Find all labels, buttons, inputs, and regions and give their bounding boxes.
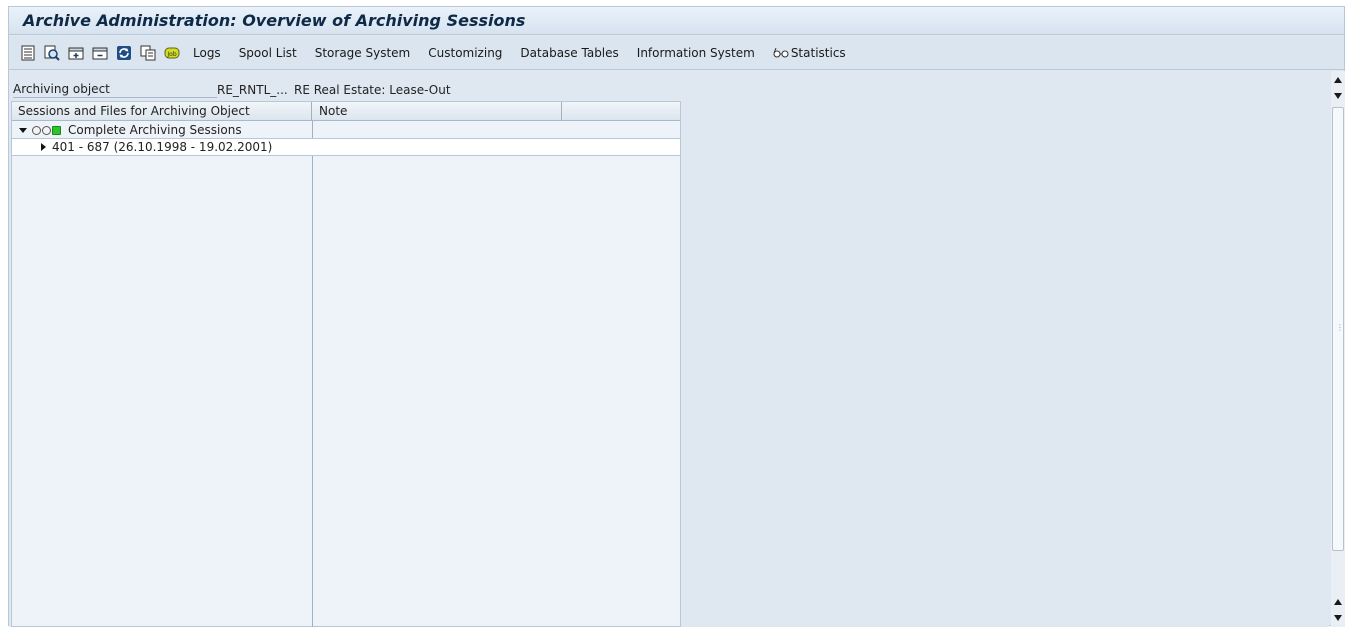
sap-window: Archive Administration: Overview of Arch…	[8, 6, 1345, 628]
tree-node-label[interactable]: 401 - 687 (26.10.1998 - 19.02.2001)	[52, 140, 272, 154]
statistics-button[interactable]: Statistics	[773, 46, 846, 60]
database-tables-button[interactable]: Database Tables	[520, 46, 618, 60]
column-header-note[interactable]: Note	[313, 102, 562, 121]
status-bar	[0, 627, 1359, 638]
storage-system-button[interactable]: Storage System	[315, 46, 411, 60]
svg-text:Job: Job	[166, 51, 176, 58]
archiving-object-value[interactable]: RE_RNTL_...	[217, 83, 294, 97]
caret-right-icon[interactable]	[38, 142, 48, 152]
expand-icon[interactable]	[67, 44, 85, 62]
archiving-object-description: RE Real Estate: Lease-Out	[294, 83, 451, 97]
status-light-green	[52, 125, 61, 135]
archiving-object-header: Archiving object RE_RNTL_... RE Real Est…	[13, 81, 451, 99]
application-toolbar: Job Logs Spool List Storage System Custo…	[9, 36, 1344, 70]
scrollbar-thumb[interactable]: ⋮	[1332, 107, 1344, 551]
refresh-icon[interactable]	[115, 44, 133, 62]
vertical-scrollbar[interactable]: ⋮	[1331, 71, 1345, 627]
statistics-label: Statistics	[790, 45, 846, 60]
spool-list-button[interactable]: Spool List	[239, 46, 297, 60]
job-icon[interactable]: Job	[163, 44, 181, 62]
scroll-bottom-icon[interactable]	[1333, 613, 1343, 623]
tree-node-complete-sessions[interactable]: Complete Archiving Sessions	[12, 122, 680, 139]
tree-node-session-range[interactable]: 401 - 687 (26.10.1998 - 19.02.2001)	[12, 139, 680, 156]
copy-icon[interactable]	[139, 44, 157, 62]
title-bar: Archive Administration: Overview of Arch…	[9, 7, 1344, 35]
status-lights-icon	[32, 125, 62, 135]
scroll-up-icon[interactable]	[1333, 91, 1343, 101]
tree-header: Sessions and Files for Archiving Object …	[12, 102, 680, 121]
archiving-object-label: Archiving object	[13, 82, 217, 98]
scroll-down-icon[interactable]	[1333, 597, 1343, 607]
scroll-top-icon[interactable]	[1333, 75, 1343, 85]
find-icon[interactable]	[43, 44, 61, 62]
column-divider[interactable]	[312, 121, 313, 628]
customizing-button[interactable]: Customizing	[428, 46, 502, 60]
information-system-button[interactable]: Information System	[637, 46, 755, 60]
sessions-tree: Sessions and Files for Archiving Object …	[11, 101, 681, 628]
column-header-sessions[interactable]: Sessions and Files for Archiving Object	[12, 102, 312, 121]
tree-node-label[interactable]: Complete Archiving Sessions	[68, 123, 242, 137]
main-content: Archiving object RE_RNTL_... RE Real Est…	[9, 71, 1329, 628]
logs-button[interactable]: Logs	[193, 46, 221, 60]
detail-list-icon[interactable]	[19, 44, 37, 62]
status-light-off	[42, 125, 51, 135]
caret-down-icon[interactable]	[18, 125, 28, 135]
glasses-icon	[773, 47, 789, 57]
status-light-off	[32, 125, 41, 135]
window-title: Archive Administration: Overview of Arch…	[23, 11, 526, 30]
collapse-icon[interactable]	[91, 44, 109, 62]
